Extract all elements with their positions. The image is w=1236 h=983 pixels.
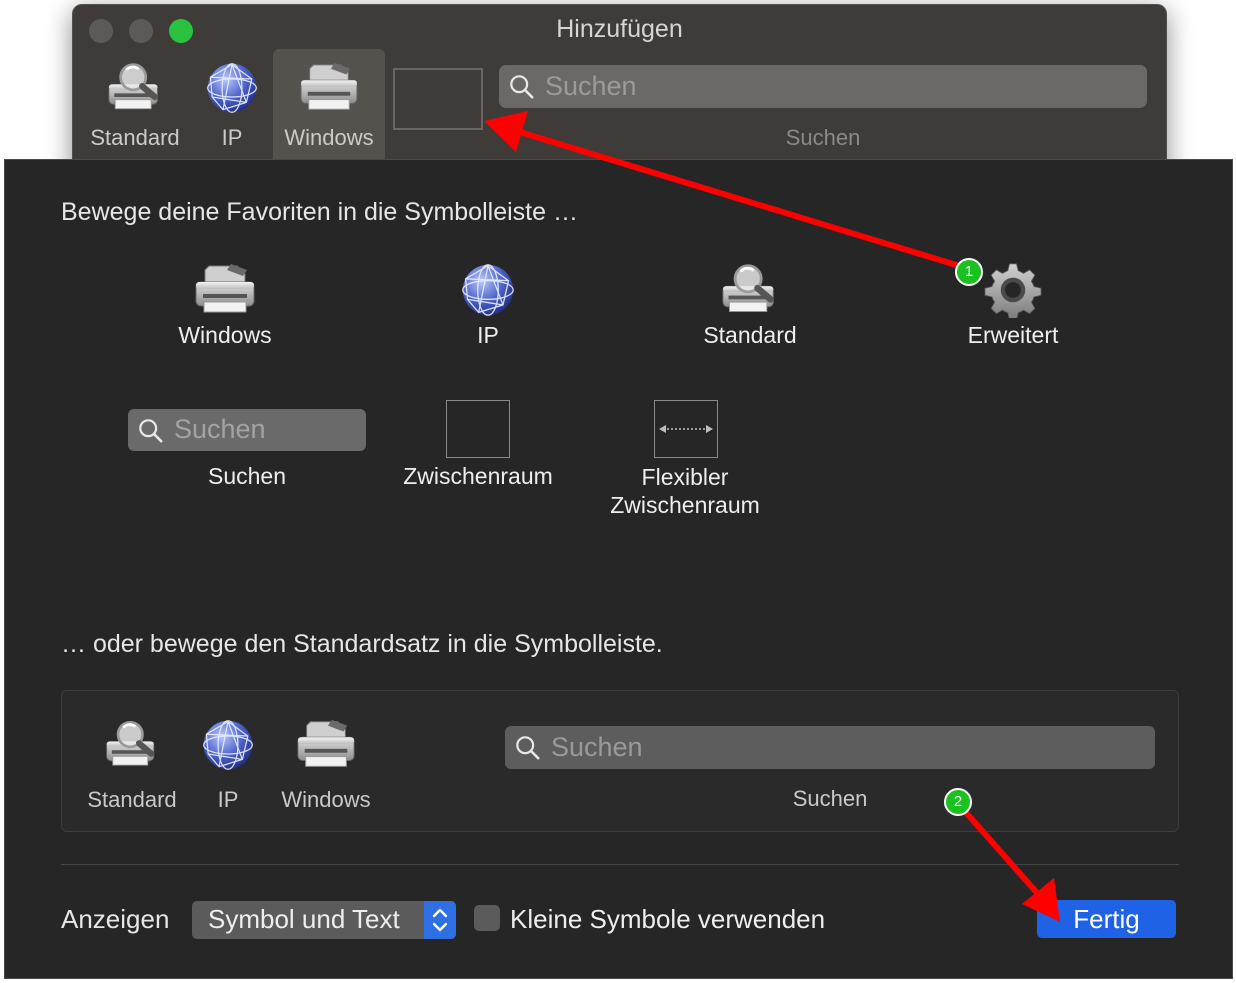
printer-icon bbox=[192, 262, 258, 318]
printer-icon bbox=[295, 717, 357, 773]
search-placeholder: Suchen bbox=[174, 414, 266, 444]
default-item-label: Standard bbox=[87, 787, 177, 812]
toolbar-search-label: Suchen bbox=[785, 125, 861, 150]
toolbar-item-standard[interactable]: Standard bbox=[79, 49, 191, 161]
favorite-item-erweitert[interactable]: Erweitert bbox=[913, 262, 1113, 349]
toolbar-drop-slot[interactable] bbox=[393, 68, 483, 130]
printer-magnifier-icon bbox=[104, 717, 160, 773]
flexible-space-label-line2: Zwischenraum bbox=[610, 492, 760, 518]
search-icon bbox=[515, 735, 541, 761]
favorite-item-label: Windows bbox=[178, 322, 272, 348]
palette-space-item[interactable] bbox=[446, 400, 510, 458]
palette-flexible-space-label: Flexibler Zwischenraum bbox=[585, 463, 785, 519]
toolbar-item-label: Standard bbox=[90, 125, 180, 150]
gear-icon bbox=[983, 262, 1043, 318]
divider bbox=[61, 864, 1179, 865]
chevron-up-down-icon bbox=[432, 908, 448, 932]
customize-toolbar-sheet: Bewege deine Favoriten in die Symbolleis… bbox=[4, 159, 1233, 979]
small-icons-checkbox[interactable] bbox=[474, 905, 500, 931]
default-search-field: Suchen bbox=[505, 726, 1155, 769]
globe-icon bbox=[201, 717, 255, 773]
annotation-badge-1: 1 bbox=[955, 258, 983, 286]
default-item-standard: Standard bbox=[80, 717, 184, 813]
favorite-item-label: Erweitert bbox=[967, 322, 1059, 348]
search-icon bbox=[509, 74, 535, 100]
default-set-bar[interactable]: Standard IP Windows Suchen Suchen bbox=[61, 690, 1179, 832]
toolbar-item-label: IP bbox=[221, 125, 243, 150]
favorite-item-label: Standard bbox=[703, 322, 797, 348]
search-placeholder: Suchen bbox=[551, 732, 643, 762]
window-title: Hinzufügen bbox=[556, 15, 683, 43]
printer-magnifier-icon bbox=[720, 262, 780, 318]
palette-space-label: Zwischenraum bbox=[403, 463, 553, 489]
globe-icon bbox=[460, 262, 516, 318]
default-item-label: IP bbox=[217, 787, 239, 812]
default-item-windows: Windows bbox=[270, 717, 382, 813]
toolbar-search-field[interactable]: Suchen bbox=[499, 65, 1147, 108]
favorite-item-ip[interactable]: IP bbox=[388, 262, 588, 349]
flexible-space-label-line1: Flexibler bbox=[641, 464, 729, 490]
search-icon bbox=[138, 418, 164, 444]
printer-icon bbox=[298, 61, 360, 115]
search-placeholder: Suchen bbox=[545, 71, 637, 101]
double-arrow-icon bbox=[659, 425, 713, 433]
favorites-heading: Bewege deine Favoriten in die Symbolleis… bbox=[61, 198, 578, 226]
palette-search-label: Suchen bbox=[207, 463, 286, 489]
default-item-ip: IP bbox=[196, 717, 260, 813]
show-label: Anzeigen bbox=[61, 904, 170, 934]
palette-search-field[interactable]: Suchen bbox=[128, 409, 366, 451]
show-mode-value: Symbol und Text bbox=[208, 904, 400, 934]
show-mode-select[interactable]: Symbol und Text bbox=[192, 901, 456, 939]
toolbar-item-ip[interactable]: IP bbox=[197, 49, 267, 161]
done-button[interactable]: Fertig bbox=[1037, 900, 1176, 938]
select-stepper[interactable] bbox=[424, 901, 456, 939]
globe-icon bbox=[205, 61, 259, 115]
favorite-item-windows[interactable]: Windows bbox=[125, 262, 325, 349]
annotation-badge-2: 2 bbox=[944, 788, 972, 816]
printer-magnifier-icon bbox=[106, 61, 164, 115]
toolbar-item-label: Windows bbox=[284, 125, 374, 150]
small-icons-label[interactable]: Kleine Symbole verwenden bbox=[510, 904, 825, 935]
palette-flexible-space-item[interactable] bbox=[654, 400, 718, 458]
default-set-heading: … oder bewege den Standardsatz in die Sy… bbox=[61, 630, 663, 658]
default-item-label: Windows bbox=[281, 787, 371, 812]
toolbar-item-windows[interactable]: Windows bbox=[273, 49, 385, 161]
favorite-item-label: IP bbox=[477, 322, 499, 348]
favorite-item-standard[interactable]: Standard bbox=[650, 262, 850, 349]
default-search-label: Suchen bbox=[792, 786, 868, 811]
